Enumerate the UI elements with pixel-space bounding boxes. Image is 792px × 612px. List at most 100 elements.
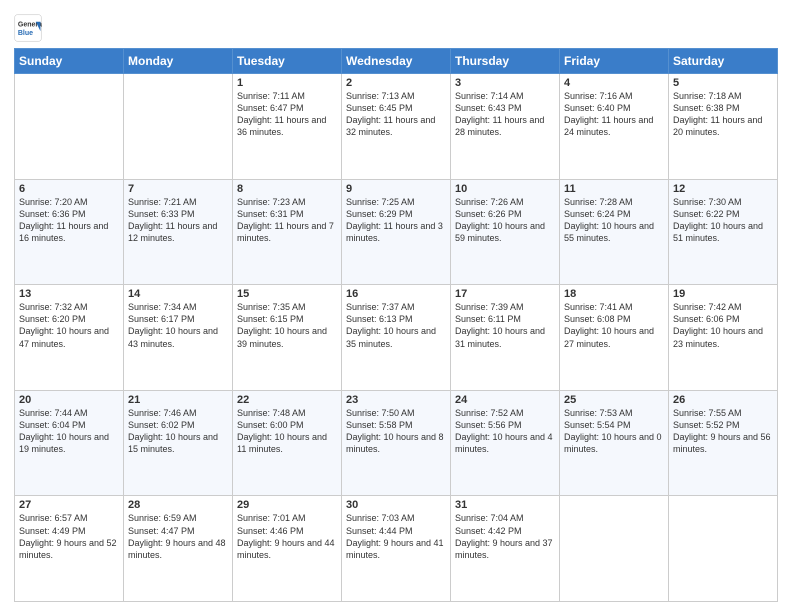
weekday-header-friday: Friday (560, 49, 669, 74)
day-number: 18 (564, 288, 664, 300)
day-number: 23 (346, 394, 446, 406)
calendar-cell: 2Sunrise: 7:13 AM Sunset: 6:45 PM Daylig… (342, 74, 451, 180)
calendar-cell: 18Sunrise: 7:41 AM Sunset: 6:08 PM Dayli… (560, 285, 669, 391)
cell-info: Sunrise: 7:46 AM Sunset: 6:02 PM Dayligh… (128, 407, 228, 456)
calendar-cell: 15Sunrise: 7:35 AM Sunset: 6:15 PM Dayli… (233, 285, 342, 391)
cell-info: Sunrise: 7:03 AM Sunset: 4:44 PM Dayligh… (346, 512, 446, 561)
calendar-cell: 8Sunrise: 7:23 AM Sunset: 6:31 PM Daylig… (233, 179, 342, 285)
calendar-cell (15, 74, 124, 180)
cell-info: Sunrise: 7:18 AM Sunset: 6:38 PM Dayligh… (673, 90, 773, 139)
day-number: 28 (128, 499, 228, 511)
cell-info: Sunrise: 7:50 AM Sunset: 5:58 PM Dayligh… (346, 407, 446, 456)
calendar-cell: 31Sunrise: 7:04 AM Sunset: 4:42 PM Dayli… (451, 496, 560, 602)
calendar-cell: 4Sunrise: 7:16 AM Sunset: 6:40 PM Daylig… (560, 74, 669, 180)
cell-info: Sunrise: 7:11 AM Sunset: 6:47 PM Dayligh… (237, 90, 337, 139)
cell-info: Sunrise: 7:35 AM Sunset: 6:15 PM Dayligh… (237, 301, 337, 350)
calendar-cell: 1Sunrise: 7:11 AM Sunset: 6:47 PM Daylig… (233, 74, 342, 180)
day-number: 9 (346, 183, 446, 195)
week-row-1: 6Sunrise: 7:20 AM Sunset: 6:36 PM Daylig… (15, 179, 778, 285)
weekday-header-saturday: Saturday (669, 49, 778, 74)
cell-info: Sunrise: 7:25 AM Sunset: 6:29 PM Dayligh… (346, 196, 446, 245)
cell-info: Sunrise: 7:52 AM Sunset: 5:56 PM Dayligh… (455, 407, 555, 456)
calendar-cell: 29Sunrise: 7:01 AM Sunset: 4:46 PM Dayli… (233, 496, 342, 602)
cell-info: Sunrise: 7:32 AM Sunset: 6:20 PM Dayligh… (19, 301, 119, 350)
calendar-cell: 19Sunrise: 7:42 AM Sunset: 6:06 PM Dayli… (669, 285, 778, 391)
day-number: 26 (673, 394, 773, 406)
cell-info: Sunrise: 7:55 AM Sunset: 5:52 PM Dayligh… (673, 407, 773, 456)
weekday-header-row: SundayMondayTuesdayWednesdayThursdayFrid… (15, 49, 778, 74)
cell-info: Sunrise: 7:21 AM Sunset: 6:33 PM Dayligh… (128, 196, 228, 245)
page: General Blue SundayMondayTuesdayWednesda… (0, 0, 792, 612)
calendar-cell: 7Sunrise: 7:21 AM Sunset: 6:33 PM Daylig… (124, 179, 233, 285)
day-number: 24 (455, 394, 555, 406)
day-number: 22 (237, 394, 337, 406)
cell-info: Sunrise: 7:48 AM Sunset: 6:00 PM Dayligh… (237, 407, 337, 456)
calendar-cell: 6Sunrise: 7:20 AM Sunset: 6:36 PM Daylig… (15, 179, 124, 285)
calendar-cell: 21Sunrise: 7:46 AM Sunset: 6:02 PM Dayli… (124, 390, 233, 496)
calendar-cell: 11Sunrise: 7:28 AM Sunset: 6:24 PM Dayli… (560, 179, 669, 285)
day-number: 29 (237, 499, 337, 511)
day-number: 27 (19, 499, 119, 511)
day-number: 31 (455, 499, 555, 511)
cell-info: Sunrise: 7:37 AM Sunset: 6:13 PM Dayligh… (346, 301, 446, 350)
calendar-cell: 30Sunrise: 7:03 AM Sunset: 4:44 PM Dayli… (342, 496, 451, 602)
week-row-4: 27Sunrise: 6:57 AM Sunset: 4:49 PM Dayli… (15, 496, 778, 602)
calendar-cell: 16Sunrise: 7:37 AM Sunset: 6:13 PM Dayli… (342, 285, 451, 391)
day-number: 30 (346, 499, 446, 511)
calendar-cell: 27Sunrise: 6:57 AM Sunset: 4:49 PM Dayli… (15, 496, 124, 602)
calendar-cell: 12Sunrise: 7:30 AM Sunset: 6:22 PM Dayli… (669, 179, 778, 285)
day-number: 12 (673, 183, 773, 195)
calendar-cell: 3Sunrise: 7:14 AM Sunset: 6:43 PM Daylig… (451, 74, 560, 180)
cell-info: Sunrise: 7:20 AM Sunset: 6:36 PM Dayligh… (19, 196, 119, 245)
week-row-2: 13Sunrise: 7:32 AM Sunset: 6:20 PM Dayli… (15, 285, 778, 391)
day-number: 4 (564, 77, 664, 89)
calendar-cell: 13Sunrise: 7:32 AM Sunset: 6:20 PM Dayli… (15, 285, 124, 391)
calendar-cell (669, 496, 778, 602)
week-row-3: 20Sunrise: 7:44 AM Sunset: 6:04 PM Dayli… (15, 390, 778, 496)
calendar-cell (560, 496, 669, 602)
logo: General Blue (14, 14, 42, 42)
calendar-cell: 17Sunrise: 7:39 AM Sunset: 6:11 PM Dayli… (451, 285, 560, 391)
svg-text:Blue: Blue (18, 30, 33, 37)
calendar-cell: 26Sunrise: 7:55 AM Sunset: 5:52 PM Dayli… (669, 390, 778, 496)
day-number: 15 (237, 288, 337, 300)
calendar-cell: 9Sunrise: 7:25 AM Sunset: 6:29 PM Daylig… (342, 179, 451, 285)
day-number: 3 (455, 77, 555, 89)
cell-info: Sunrise: 7:28 AM Sunset: 6:24 PM Dayligh… (564, 196, 664, 245)
header: General Blue (14, 10, 778, 42)
cell-info: Sunrise: 7:16 AM Sunset: 6:40 PM Dayligh… (564, 90, 664, 139)
calendar-cell: 25Sunrise: 7:53 AM Sunset: 5:54 PM Dayli… (560, 390, 669, 496)
cell-info: Sunrise: 7:53 AM Sunset: 5:54 PM Dayligh… (564, 407, 664, 456)
day-number: 16 (346, 288, 446, 300)
day-number: 7 (128, 183, 228, 195)
week-row-0: 1Sunrise: 7:11 AM Sunset: 6:47 PM Daylig… (15, 74, 778, 180)
day-number: 21 (128, 394, 228, 406)
weekday-header-sunday: Sunday (15, 49, 124, 74)
cell-info: Sunrise: 7:14 AM Sunset: 6:43 PM Dayligh… (455, 90, 555, 139)
cell-info: Sunrise: 7:23 AM Sunset: 6:31 PM Dayligh… (237, 196, 337, 245)
cell-info: Sunrise: 7:30 AM Sunset: 6:22 PM Dayligh… (673, 196, 773, 245)
day-number: 25 (564, 394, 664, 406)
cell-info: Sunrise: 7:34 AM Sunset: 6:17 PM Dayligh… (128, 301, 228, 350)
calendar-cell: 14Sunrise: 7:34 AM Sunset: 6:17 PM Dayli… (124, 285, 233, 391)
cell-info: Sunrise: 6:59 AM Sunset: 4:47 PM Dayligh… (128, 512, 228, 561)
cell-info: Sunrise: 7:39 AM Sunset: 6:11 PM Dayligh… (455, 301, 555, 350)
calendar-cell (124, 74, 233, 180)
day-number: 17 (455, 288, 555, 300)
weekday-header-monday: Monday (124, 49, 233, 74)
weekday-header-tuesday: Tuesday (233, 49, 342, 74)
weekday-header-thursday: Thursday (451, 49, 560, 74)
calendar-cell: 28Sunrise: 6:59 AM Sunset: 4:47 PM Dayli… (124, 496, 233, 602)
calendar-cell: 22Sunrise: 7:48 AM Sunset: 6:00 PM Dayli… (233, 390, 342, 496)
day-number: 5 (673, 77, 773, 89)
day-number: 1 (237, 77, 337, 89)
logo-icon: General Blue (14, 14, 42, 42)
cell-info: Sunrise: 7:41 AM Sunset: 6:08 PM Dayligh… (564, 301, 664, 350)
day-number: 8 (237, 183, 337, 195)
cell-info: Sunrise: 7:01 AM Sunset: 4:46 PM Dayligh… (237, 512, 337, 561)
calendar-cell: 24Sunrise: 7:52 AM Sunset: 5:56 PM Dayli… (451, 390, 560, 496)
day-number: 10 (455, 183, 555, 195)
calendar-cell: 23Sunrise: 7:50 AM Sunset: 5:58 PM Dayli… (342, 390, 451, 496)
calendar-table: SundayMondayTuesdayWednesdayThursdayFrid… (14, 48, 778, 602)
cell-info: Sunrise: 7:42 AM Sunset: 6:06 PM Dayligh… (673, 301, 773, 350)
